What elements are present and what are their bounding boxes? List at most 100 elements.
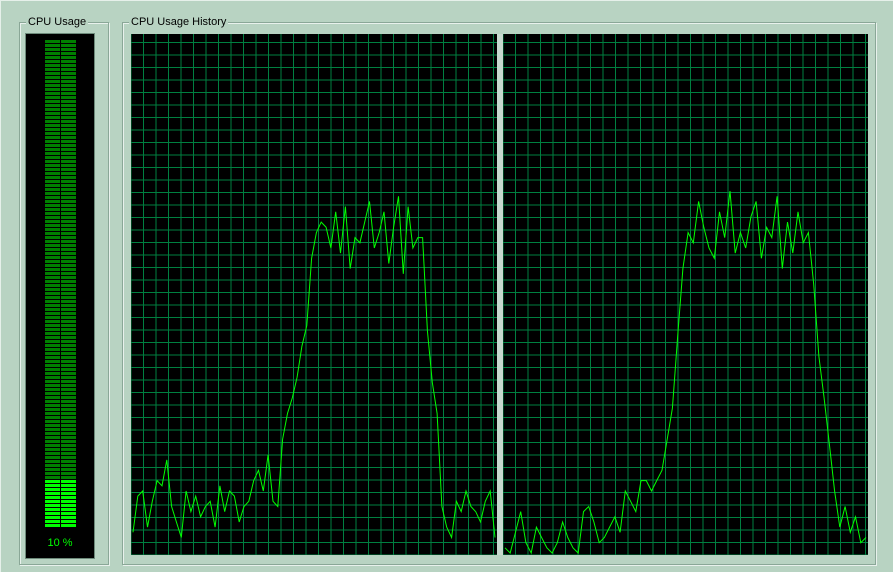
meter-segment [61,44,76,47]
meter-segment [45,220,60,223]
meter-segment [45,84,60,87]
meter-segment [61,352,76,355]
meter-segment [61,260,76,263]
cpu-usage-label: CPU Usage [26,15,89,29]
meter-segment [61,400,76,403]
meter-segment [45,328,60,331]
meter-segment [45,156,60,159]
meter-segment [61,388,76,391]
meter-segment [45,372,60,375]
meter-segment [45,412,60,415]
meter-segment [45,428,60,431]
cpu-usage-group: CPU Usage 10 % [19,15,109,565]
meter-segment [45,460,60,463]
meter-segment [45,312,60,315]
meter-segment [45,452,60,455]
meter-segment [61,96,76,99]
meter-segment [61,304,76,307]
meter-segment [61,284,76,287]
cpu0-history-chart [131,34,497,555]
meter-segment [45,188,60,191]
meter-segment [45,400,60,403]
meter-segment [61,168,76,171]
meter-segment [61,144,76,147]
meter-segment-lit [45,480,60,483]
meter-segment [61,464,76,467]
meter-segment [61,376,76,379]
meter-segment [45,340,60,343]
meter-segment [45,376,60,379]
meter-segment-lit [61,504,76,507]
meter-segment-lit [45,512,60,515]
meter-segment [61,124,76,127]
meter-segment [61,228,76,231]
meter-segment [45,356,60,359]
meter-segment [45,104,60,107]
meter-segment [45,256,60,259]
meter-segment [61,428,76,431]
meter-segment [45,436,60,439]
meter-segment [61,360,76,363]
meter-segment [45,72,60,75]
meter-segment [61,372,76,375]
meter-segment [45,200,60,203]
meter-segment [61,156,76,159]
meter-segment [45,160,60,163]
meter-segment [45,80,60,83]
meter-segment [45,300,60,303]
meter-segment [45,404,60,407]
meter-segment-lit [45,496,60,499]
meter-segment [45,352,60,355]
meter-segment [45,240,60,243]
meter-segment [61,68,76,71]
meter-segment [45,348,60,351]
meter-segment [45,264,60,267]
meter-segment [61,264,76,267]
meter-segment [61,196,76,199]
meter-segment [45,364,60,367]
cpu0-history-graph [131,34,497,555]
meter-segment [61,208,76,211]
cpu1-history-graph [503,34,868,555]
meter-segment [45,236,60,239]
meter-segment [61,48,76,51]
meter-segment-lit [45,516,60,519]
meter-segment [45,252,60,255]
meter-segment [61,140,76,143]
meter-segment [45,212,60,215]
meter-segment [45,148,60,151]
meter-segment [61,172,76,175]
meter-segment [61,340,76,343]
meter-segment [45,52,60,55]
meter-segment-lit [45,484,60,487]
meter-segment [45,324,60,327]
meter-segment [45,288,60,291]
meter-segment [45,396,60,399]
meter-segment [61,312,76,315]
meter-segment [61,476,76,479]
meter-segment [45,360,60,363]
meter-segment [45,464,60,467]
meter-segment [45,132,60,135]
cpu1-history-chart [503,34,868,555]
meter-segment [61,252,76,255]
meter-segment [61,328,76,331]
meter-segment [45,296,60,299]
meter-segment [45,140,60,143]
meter-segment [45,232,60,235]
meter-segment [45,56,60,59]
meter-segment [61,308,76,311]
meter-segment [61,412,76,415]
meter-segment [61,136,76,139]
meter-segment [45,76,60,79]
meter-segment-lit [61,508,76,511]
meter-segment [45,456,60,459]
meter-segment [45,332,60,335]
meter-segment-lit [45,524,60,527]
cpu-usage-percent: 10 % [47,537,73,549]
meter-segment [61,72,76,75]
meter-segment [45,440,60,443]
meter-segment [45,108,60,111]
meter-segment [45,228,60,231]
meter-segment [61,440,76,443]
